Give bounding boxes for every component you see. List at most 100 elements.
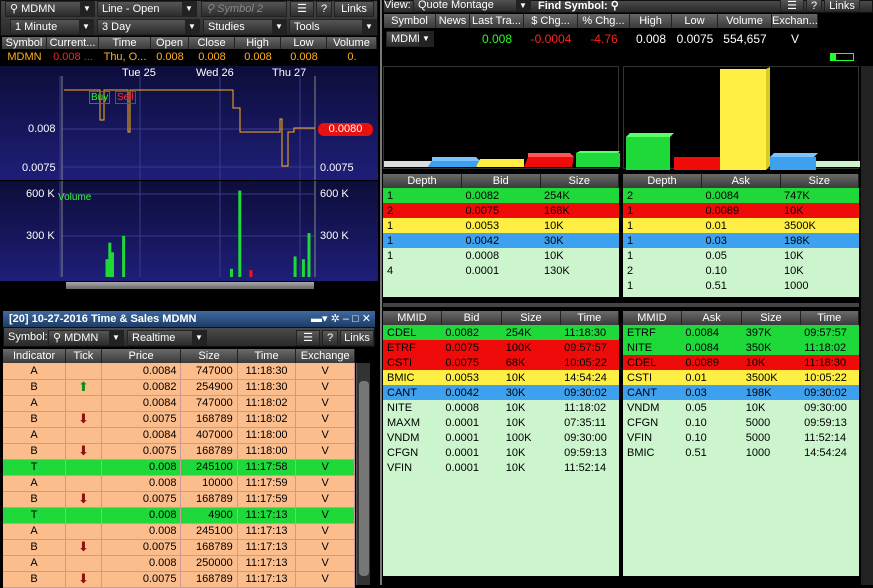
ask-mm-row[interactable]: CFGN 0.10 5000 09:59:13 xyxy=(623,415,859,430)
ts-col-header[interactable]: Size xyxy=(180,349,238,363)
quote-col-header[interactable]: Low xyxy=(281,37,327,49)
bid-mm-row[interactable]: MAXM 0.0001 10K 07:35:11 xyxy=(383,415,619,430)
ts-row[interactable]: B ⬇ 0.0075 168789 11:18:00 V xyxy=(3,443,355,459)
bid-depth-row[interactable]: 4 0.0001 130K xyxy=(383,263,619,278)
bid-mm-row[interactable]: BMIC 0.0053 10K 14:54:24 xyxy=(383,370,619,385)
ask-mm-col-header[interactable]: MMID xyxy=(623,311,682,325)
range-select[interactable]: 3 Day ▼ xyxy=(97,19,200,35)
montage-symbol-select[interactable]: MDMN ▼ xyxy=(386,31,434,47)
quote-col-header[interactable]: Symbol xyxy=(2,37,47,49)
montage-col-header[interactable]: Volume xyxy=(718,14,772,28)
ts-row[interactable]: A 0.008 10000 11:17:59 V xyxy=(3,475,355,491)
ask-depth-row[interactable]: 1 0.01 3500K xyxy=(623,218,859,233)
bid-depth-row[interactable]: 2 0.0075 168K xyxy=(383,203,619,218)
montage-col-header[interactable]: High xyxy=(630,14,672,28)
ask-mm-row[interactable]: BMIC 0.51 1000 14:54:24 xyxy=(623,445,859,460)
ask-depth-col-header[interactable]: Ask xyxy=(701,174,781,188)
ask-depth-row[interactable]: 1 0.0089 10K xyxy=(623,203,859,218)
montage-col-header[interactable]: % Chg... xyxy=(578,14,630,28)
find-symbol[interactable]: Find Symbol: ⚲ xyxy=(538,0,619,12)
bid-mm-col-header[interactable]: Bid xyxy=(441,311,503,325)
ts-row[interactable]: A 0.008 250000 11:17:13 V xyxy=(3,555,355,571)
symbol2-input[interactable]: ⚲ Symbol 2 xyxy=(201,1,287,17)
studies-select[interactable]: Studies ▼ xyxy=(203,19,287,35)
right-edge-scroll[interactable] xyxy=(861,66,873,585)
close-icon[interactable]: ✕ xyxy=(362,313,371,325)
quote-col-header[interactable]: High xyxy=(235,37,281,49)
chart-menu-button[interactable]: ☰ xyxy=(290,1,314,17)
menu-icon[interactable]: ▬▾ xyxy=(311,313,328,325)
ts-row[interactable]: A 0.0084 407000 11:18:00 V xyxy=(3,427,355,443)
montage-col-header[interactable]: News xyxy=(436,14,470,28)
ask-mm-row[interactable]: VFIN 0.10 5000 11:52:14 xyxy=(623,430,859,445)
ts-row[interactable]: T 0.008 245100 11:17:58 V xyxy=(3,459,355,475)
bid-depth-row[interactable]: 1 0.0008 10K xyxy=(383,248,619,263)
montage-links-button[interactable]: Links xyxy=(824,0,860,12)
ts-row[interactable]: T 0.008 4900 11:17:13 V xyxy=(3,507,355,523)
ts-menu-button[interactable]: ☰ xyxy=(296,330,320,346)
bid-mm-row[interactable]: VFIN 0.0001 10K 11:52:14 xyxy=(383,460,619,475)
bid-mm-row[interactable]: VNDM 0.0001 100K 09:30:00 xyxy=(383,430,619,445)
ts-scroll-thumb[interactable] xyxy=(359,381,369,576)
minimize-icon[interactable]: ‒ xyxy=(343,313,349,325)
quote-col-header[interactable]: Current... xyxy=(47,37,99,49)
quote-col-header[interactable]: Close xyxy=(189,37,235,49)
bid-mm-row[interactable]: CDEL 0.0082 254K 11:18:30 xyxy=(383,325,619,340)
ts-col-header[interactable]: Indicator xyxy=(3,349,67,363)
ts-symbol-select[interactable]: ⚲ MDMN ▼ xyxy=(48,330,124,346)
ts-links-button[interactable]: Links xyxy=(340,330,374,346)
bid-mm-row[interactable]: ETRF 0.0075 100K 09:57:57 xyxy=(383,340,619,355)
quote-col-header[interactable]: Volume xyxy=(327,37,377,49)
ask-mm-col-header[interactable]: Size xyxy=(741,311,801,325)
ts-help-button[interactable]: ? xyxy=(322,330,338,346)
ask-mm-row[interactable]: ETRF 0.0084 397K 09:57:57 xyxy=(623,325,859,340)
ts-row[interactable]: A 0.0084 747000 11:18:02 V xyxy=(3,395,355,411)
ask-mm-row[interactable]: VNDM 0.05 10K 09:30:00 xyxy=(623,400,859,415)
montage-col-header[interactable]: Exchan... xyxy=(772,14,818,28)
montage-col-header[interactable]: Low xyxy=(672,14,718,28)
maximize-icon[interactable]: □ xyxy=(352,313,359,325)
montage-menu-button[interactable]: ☰ xyxy=(780,0,804,12)
ask-mm-row[interactable]: CDEL 0.0089 10K 11:18:30 xyxy=(623,355,859,370)
montage-help-button[interactable]: ? xyxy=(806,0,822,12)
ask-mm-row[interactable]: NITE 0.0084 350K 11:18:02 xyxy=(623,340,859,355)
ts-row[interactable]: B ⬇ 0.0075 168789 11:17:13 V xyxy=(3,539,355,555)
ts-row[interactable]: A 0.008 245100 11:17:13 V xyxy=(3,523,355,539)
ask-depth-row[interactable]: 2 0.0084 747K xyxy=(623,188,859,203)
ts-col-header[interactable]: Time xyxy=(237,349,297,363)
chart-scrollbar[interactable] xyxy=(66,282,314,289)
interval-select[interactable]: 1 Minute ▼ xyxy=(10,19,94,35)
montage-col-header[interactable]: $ Chg... xyxy=(524,14,578,28)
gear-icon[interactable]: ✲ xyxy=(331,313,340,325)
bid-depth-col-header[interactable]: Depth xyxy=(383,174,462,188)
bid-mm-col-header[interactable]: MMID xyxy=(383,311,442,325)
bid-depth-row[interactable]: 1 0.0053 10K xyxy=(383,218,619,233)
bid-mm-col-header[interactable]: Size xyxy=(501,311,561,325)
ask-depth-row[interactable]: 1 0.51 1000 xyxy=(623,278,859,293)
tools-select[interactable]: Tools ▼ xyxy=(289,19,377,35)
ts-col-header[interactable]: Exchange xyxy=(295,349,355,363)
ask-mm-col-header[interactable]: Ask xyxy=(681,311,743,325)
chart-type-select[interactable]: Line - Open ▼ xyxy=(97,1,197,17)
ask-depth-col-header[interactable]: Size xyxy=(780,174,859,188)
ask-mm-row[interactable]: CANT 0.03 198K 09:30:02 xyxy=(623,385,859,400)
montage-col-header[interactable]: Last Tra... xyxy=(470,14,524,28)
ask-mm-col-header[interactable]: Time xyxy=(800,311,860,325)
chart-symbol-select[interactable]: ⚲ MDMN ▼ xyxy=(5,1,95,17)
quote-col-header[interactable]: Open xyxy=(151,37,189,49)
montage-col-header[interactable]: Symbol xyxy=(384,14,436,28)
ts-row[interactable]: B ⬇ 0.0075 168789 11:17:59 V xyxy=(3,491,355,507)
price-chart[interactable]: Tue 25 Wed 26 Thu 27 0.008 0.0075 0.0075… xyxy=(0,66,378,180)
ts-col-header[interactable]: Tick xyxy=(65,349,102,363)
ask-depth-col-header[interactable]: Depth xyxy=(623,174,702,188)
sell-marker[interactable]: Sell xyxy=(115,91,136,104)
ts-mode-select[interactable]: Realtime ▼ xyxy=(127,330,207,346)
ts-scrollbar[interactable] xyxy=(356,363,370,585)
bid-mm-col-header[interactable]: Time xyxy=(560,311,620,325)
bid-depth-row[interactable]: 1 0.0042 30K xyxy=(383,233,619,248)
bid-depth-row[interactable]: 1 0.0082 254K xyxy=(383,188,619,203)
bid-mm-row[interactable]: CFGN 0.0001 10K 09:59:13 xyxy=(383,445,619,460)
ts-row[interactable]: B ⬇ 0.0075 168789 11:18:02 V xyxy=(3,411,355,427)
bid-depth-col-header[interactable]: Bid xyxy=(461,174,541,188)
bid-depth-col-header[interactable]: Size xyxy=(540,174,619,188)
